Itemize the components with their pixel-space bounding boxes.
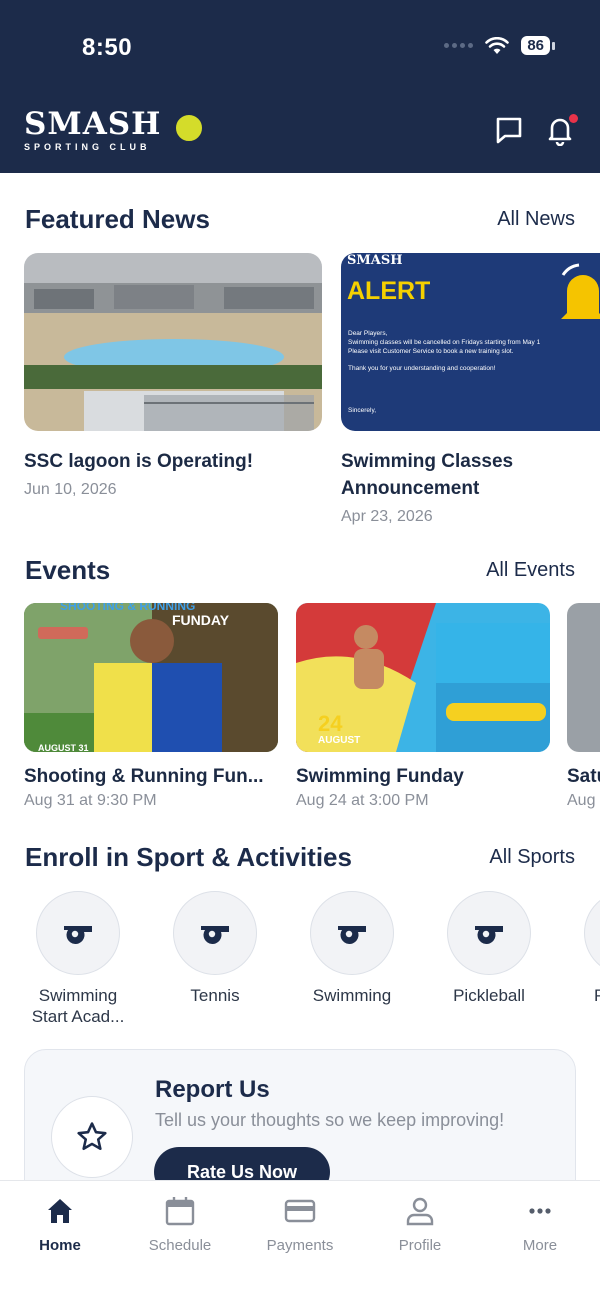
cellular-signal-icon bbox=[444, 43, 474, 48]
sport-item[interactable]: P bbox=[570, 891, 600, 1006]
report-subtitle: Tell us your thoughts so we keep improvi… bbox=[155, 1110, 505, 1130]
status-icons: 86 bbox=[444, 36, 555, 55]
event-card[interactable]: Satu Aug bbox=[567, 603, 600, 810]
tab-label: Payments bbox=[266, 1237, 334, 1254]
more-icon bbox=[529, 1208, 551, 1214]
star-icon bbox=[77, 1122, 107, 1151]
all-events-link[interactable]: All Events bbox=[486, 559, 575, 582]
sport-circle bbox=[447, 891, 531, 975]
sport-label: Tennis bbox=[190, 986, 240, 1005]
event-title: Satu bbox=[567, 766, 600, 787]
alert-image-closing: Sincerely, bbox=[348, 407, 377, 414]
news-image-alert: SMASH ALERT Dear Players, Swimming class… bbox=[341, 253, 600, 431]
notification-badge bbox=[569, 114, 578, 123]
chat-icon[interactable] bbox=[493, 114, 525, 146]
tab-label: Home bbox=[39, 1237, 81, 1254]
event-image-swimming: 24 AUGUST bbox=[296, 603, 550, 752]
whistle-icon bbox=[64, 926, 92, 944]
brand-tagline: SPORTING CLUB bbox=[24, 142, 151, 152]
whistle-icon bbox=[201, 926, 229, 944]
tab-label: More bbox=[522, 1237, 558, 1254]
alert-image-logo: SMASH bbox=[347, 253, 403, 268]
alert-image-line1: Swimming classes will be cancelled on Fr… bbox=[348, 339, 541, 346]
tab-payments[interactable]: Payments bbox=[240, 1195, 360, 1254]
whistle-icon bbox=[338, 926, 366, 944]
event-image-partial bbox=[567, 603, 600, 752]
event-card[interactable]: SHOOTING & RUNNING FUNDAY AUGUST 31 Shoo… bbox=[24, 603, 278, 810]
event-image-shooting: SHOOTING & RUNNING FUNDAY AUGUST 31 bbox=[24, 603, 278, 752]
news-date: Apr 23, 2026 bbox=[341, 508, 433, 525]
sport-item[interactable]: Swimming bbox=[296, 891, 408, 1006]
alert-bell-graphic bbox=[561, 263, 600, 319]
alert-image-line3: Thank you for your understanding and coo… bbox=[348, 365, 496, 372]
sport-label: P bbox=[594, 986, 600, 1005]
whistle-icon bbox=[475, 926, 503, 944]
events-title: Events bbox=[25, 555, 111, 585]
tab-more[interactable]: More bbox=[480, 1195, 600, 1254]
sport-circle bbox=[584, 891, 600, 975]
news-image-lagoon bbox=[24, 253, 322, 431]
news-card[interactable]: SSC lagoon is Operating! Jun 10, 2026 bbox=[24, 253, 322, 499]
home-icon bbox=[48, 1199, 72, 1223]
bottom-tab-bar: Home Schedule Payments Profile More bbox=[0, 1180, 600, 1304]
featured-news-title: Featured News bbox=[25, 204, 210, 234]
sport-item[interactable]: Pickleball bbox=[433, 891, 545, 1006]
sport-circle bbox=[310, 891, 394, 975]
event-card[interactable]: 24 AUGUST Swimming Funday Aug 24 at 3:00… bbox=[296, 603, 550, 810]
alert-image-greeting: Dear Players, bbox=[348, 330, 388, 337]
tab-label: Profile bbox=[398, 1237, 442, 1254]
event-date: Aug 31 at 9:30 PM bbox=[24, 792, 157, 809]
tab-schedule[interactable]: Schedule bbox=[120, 1195, 240, 1254]
event-title: Shooting & Running Fun... bbox=[24, 766, 264, 787]
all-news-link[interactable]: All News bbox=[497, 208, 575, 231]
news-card[interactable]: SMASH ALERT Dear Players, Swimming class… bbox=[341, 253, 600, 526]
app-header: 8:50 86 SMASH SPORTING CLUB bbox=[0, 0, 600, 173]
alert-image-heading: ALERT bbox=[347, 277, 431, 305]
event-date: Aug bbox=[567, 792, 596, 809]
tab-label: Schedule bbox=[148, 1237, 212, 1254]
event-date: Aug 24 at 3:00 PM bbox=[296, 792, 429, 809]
news-title: SSC lagoon is Operating! bbox=[24, 451, 254, 472]
tab-home[interactable]: Home bbox=[0, 1195, 120, 1254]
sports-title: Enroll in Sport & Activities bbox=[25, 842, 352, 872]
brand-logo: SMASH SPORTING CLUB bbox=[24, 108, 214, 156]
report-star-badge bbox=[51, 1096, 133, 1178]
status-time: 8:50 bbox=[82, 34, 133, 61]
news-date: Jun 10, 2026 bbox=[24, 481, 117, 498]
event-image-month: AUGUST bbox=[318, 735, 361, 746]
wifi-icon bbox=[485, 36, 510, 54]
all-sports-link[interactable]: All Sports bbox=[489, 846, 575, 869]
sport-circle bbox=[173, 891, 257, 975]
report-title: Report Us bbox=[155, 1076, 270, 1103]
event-title: Swimming Funday bbox=[296, 766, 464, 787]
event-image-tag: FUNDAY bbox=[172, 612, 230, 628]
sport-item[interactable]: Swimming Start Acad... bbox=[22, 891, 134, 1027]
sport-label: Swimming bbox=[312, 986, 392, 1005]
sport-label: Swimming Start Acad... bbox=[31, 986, 125, 1026]
sport-circle bbox=[36, 891, 120, 975]
card-icon bbox=[284, 1199, 316, 1223]
news-title: Swimming Classes Announcement bbox=[341, 451, 514, 499]
battery-indicator: 86 bbox=[521, 36, 555, 55]
sport-label: Pickleball bbox=[453, 986, 525, 1005]
event-image-date: AUGUST 31 bbox=[38, 743, 89, 752]
event-image-day: 24 bbox=[318, 711, 343, 736]
user-icon bbox=[406, 1197, 434, 1226]
tab-profile[interactable]: Profile bbox=[360, 1195, 480, 1254]
tennis-ball-icon bbox=[174, 113, 204, 143]
calendar-icon bbox=[165, 1197, 195, 1226]
sport-item[interactable]: Tennis bbox=[159, 891, 271, 1006]
alert-image-line2: Please visit Customer Service to book a … bbox=[348, 348, 514, 355]
